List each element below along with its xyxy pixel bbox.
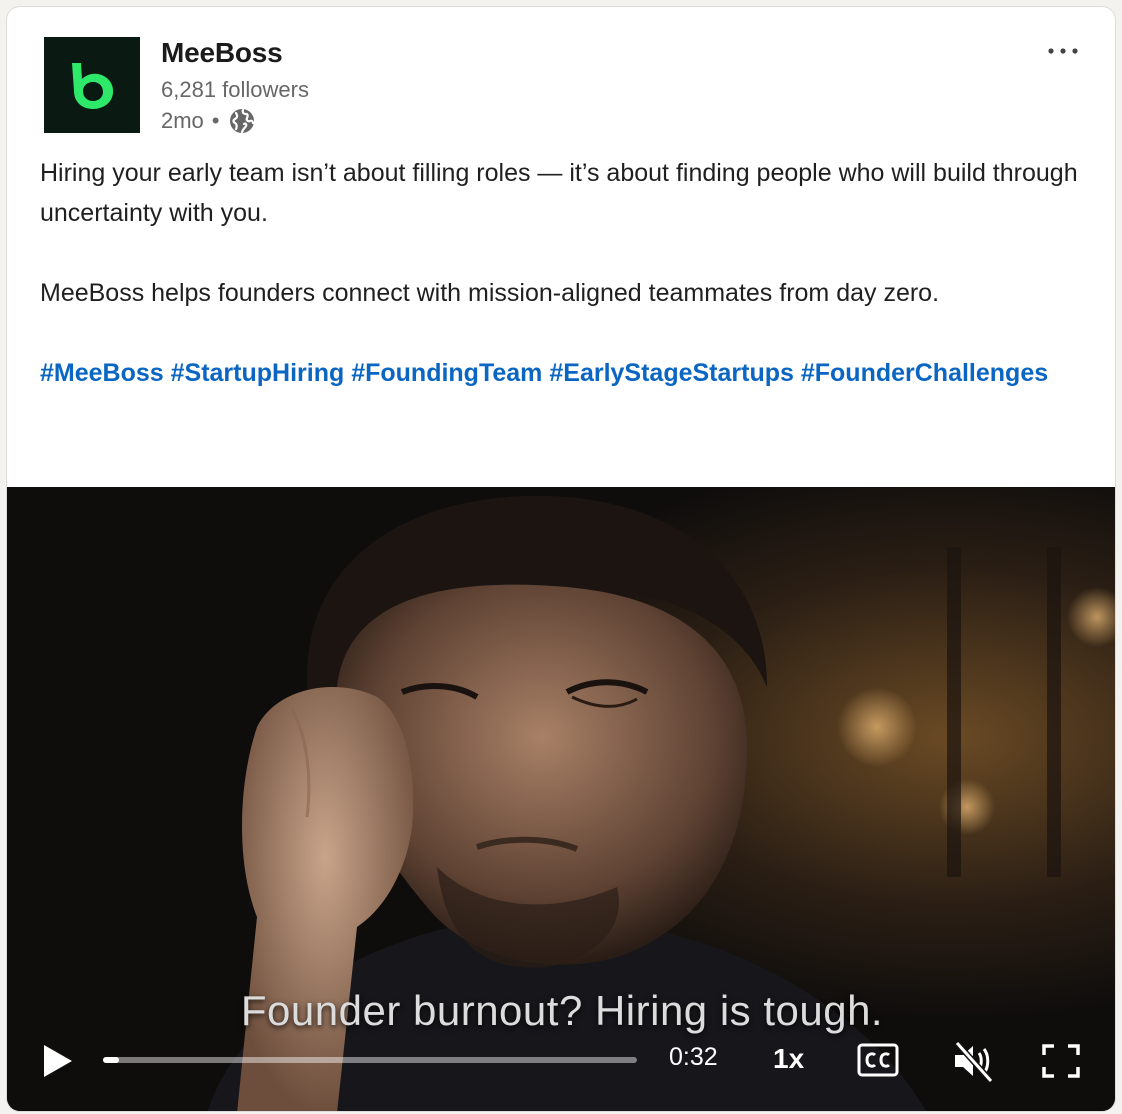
fullscreen-icon [1042, 1044, 1080, 1078]
hashtag-link[interactable]: #FoundingTeam [351, 359, 542, 387]
post-body: Hiring your early team isn’t about filli… [40, 153, 1090, 433]
meeboss-logo-icon [72, 63, 114, 109]
fullscreen-button[interactable] [1041, 1043, 1081, 1084]
hashtag-link[interactable]: #MeeBoss [40, 359, 164, 387]
hashtag-list: #MeeBoss #StartupHiring #FoundingTeam #E… [40, 353, 1090, 393]
video-controls: 0:32 1x [7, 1029, 1115, 1089]
video-caption: Founder burnout? Hiring is tough. [240, 987, 884, 1034]
mute-button[interactable] [951, 1039, 997, 1088]
meta-separator: • [211, 108, 220, 133]
playback-speed-button[interactable]: 1x [773, 1043, 804, 1075]
post-time: 2mo [161, 108, 204, 133]
author-name[interactable]: MeeBoss [161, 37, 283, 69]
post-card: MeeBoss 6,281 followers 2mo • Hiring you… [6, 6, 1116, 1112]
post-header: MeeBoss 6,281 followers 2mo • [7, 7, 1115, 147]
post-paragraph-1: Hiring your early team isn’t about filli… [40, 159, 1078, 227]
post-meta: 2mo • [161, 107, 256, 135]
hashtag-link[interactable]: #EarlyStageStartups [549, 359, 794, 387]
play-button[interactable] [41, 1043, 75, 1084]
video-player[interactable]: Founder burnout? Hiring is tough. 0:32 1… [7, 487, 1115, 1111]
closed-captions-button[interactable] [857, 1043, 899, 1082]
video-progress-fill [103, 1057, 120, 1063]
company-logo[interactable] [44, 37, 140, 133]
more-options-icon [1048, 48, 1078, 54]
cc-icon [857, 1043, 899, 1077]
play-icon [44, 1045, 72, 1077]
video-time: 0:32 [669, 1043, 718, 1071]
globe-icon [229, 108, 254, 134]
hashtag-link[interactable]: #FounderChallenges [801, 359, 1048, 387]
muted-speaker-icon [954, 1040, 994, 1084]
more-options-button[interactable] [1041, 35, 1085, 67]
hashtag-link[interactable]: #StartupHiring [171, 359, 345, 387]
video-progress-bar[interactable] [103, 1057, 637, 1063]
post-paragraph-2: MeeBoss helps founders connect with miss… [40, 279, 940, 307]
follower-count: 6,281 followers [161, 77, 309, 102]
